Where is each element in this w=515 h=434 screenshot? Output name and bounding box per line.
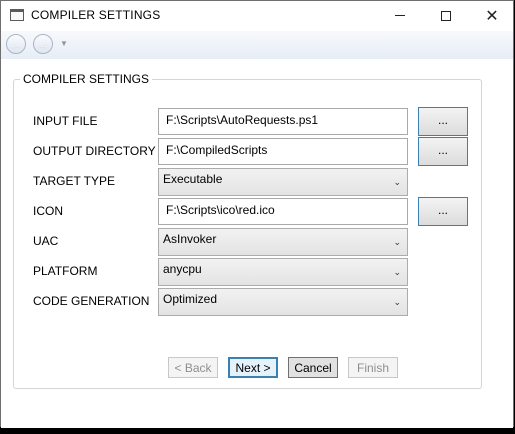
- close-button[interactable]: ✕: [469, 1, 515, 30]
- compiler-settings-window: COMPILER SETTINGS ✕ ← → ▼ COMPILER SETTI…: [0, 0, 514, 428]
- uac-label: UAC: [33, 234, 59, 248]
- nav-back-button[interactable]: ←: [6, 34, 26, 54]
- uac-value: AsInvoker: [163, 232, 217, 246]
- arrow-right-icon: →: [36, 36, 50, 52]
- icon-label: ICON: [33, 204, 63, 218]
- output-directory-label: OUTPUT DIRECTORY: [33, 144, 156, 158]
- uac-select[interactable]: AsInvoker ⌄: [158, 228, 408, 256]
- input-file-label: INPUT FILE: [33, 114, 98, 128]
- maximize-icon: [441, 10, 451, 21]
- cancel-button[interactable]: Cancel: [288, 357, 338, 378]
- maximize-button[interactable]: [423, 1, 469, 30]
- minimize-button[interactable]: [377, 1, 423, 30]
- window-app-icon: [10, 9, 24, 21]
- chevron-down-icon: ⌄: [393, 267, 401, 277]
- group-title: COMPILER SETTINGS: [20, 72, 153, 86]
- chevron-down-icon: ⌄: [393, 297, 401, 307]
- chevron-down-icon: ⌄: [393, 177, 401, 187]
- icon-browse-button[interactable]: ...: [418, 197, 468, 226]
- input-file-field[interactable]: F:\Scripts\AutoRequests.ps1: [158, 108, 408, 135]
- output-directory-field[interactable]: F:\CompiledScripts: [158, 138, 408, 165]
- finish-button[interactable]: Finish: [348, 357, 398, 378]
- target-type-label: TARGET TYPE: [33, 174, 116, 188]
- nav-forward-button[interactable]: →: [33, 34, 53, 54]
- title-bar[interactable]: COMPILER SETTINGS ✕: [1, 1, 513, 31]
- arrow-left-icon: ←: [9, 36, 23, 52]
- code-generation-select[interactable]: Optimized ⌄: [158, 288, 408, 316]
- chevron-down-icon: ⌄: [393, 237, 401, 247]
- nav-history-dropdown-icon[interactable]: ▼: [60, 39, 68, 48]
- icon-file-field[interactable]: F:\Scripts\ico\red.ico: [158, 198, 408, 225]
- platform-select[interactable]: anycpu ⌄: [158, 258, 408, 286]
- code-generation-label: CODE GENERATION: [33, 294, 150, 308]
- wizard-page: COMPILER SETTINGS INPUT FILE F:\Scripts\…: [1, 59, 513, 428]
- next-button[interactable]: Next >: [228, 357, 278, 378]
- target-type-value: Executable: [163, 172, 223, 186]
- code-generation-value: Optimized: [163, 292, 218, 306]
- target-type-select[interactable]: Executable ⌄: [158, 168, 408, 196]
- back-button[interactable]: < Back: [168, 357, 218, 378]
- window-title: COMPILER SETTINGS: [31, 8, 161, 22]
- input-file-browse-button[interactable]: ...: [418, 107, 468, 136]
- output-directory-browse-button[interactable]: ...: [418, 137, 468, 166]
- platform-label: PLATFORM: [33, 264, 98, 278]
- platform-value: anycpu: [163, 262, 202, 276]
- minimize-icon: [395, 15, 405, 16]
- navigation-bar: ← → ▼: [1, 31, 513, 59]
- close-icon: ✕: [485, 7, 499, 25]
